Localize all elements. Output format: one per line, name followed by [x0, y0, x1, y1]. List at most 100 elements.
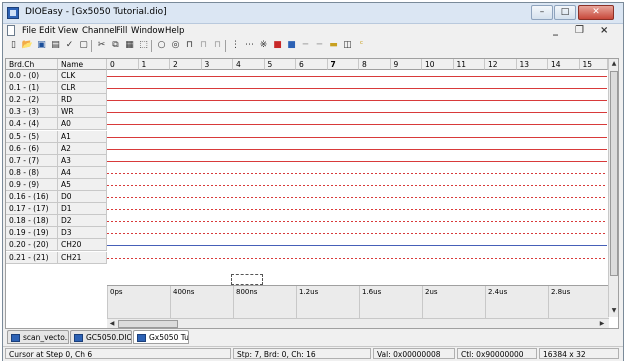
- channel-name[interactable]: WR: [58, 106, 107, 119]
- waveform-trace[interactable]: [107, 245, 607, 247]
- menu-file[interactable]: File: [22, 26, 36, 36]
- channel-name[interactable]: A1: [58, 130, 107, 143]
- channel-name[interactable]: CH21: [58, 251, 107, 264]
- channel-brdch[interactable]: 0.7 - (7): [6, 154, 58, 167]
- document-tab[interactable]: scan_vecto...: [7, 330, 69, 344]
- channel-brdch[interactable]: 0.0 - (0): [6, 70, 58, 82]
- channel-brdch[interactable]: 0.4 - (4): [6, 118, 58, 131]
- scroll-left-icon[interactable]: ◀: [107, 320, 117, 327]
- channel-name[interactable]: D1: [58, 203, 107, 216]
- channel-name[interactable]: D0: [58, 191, 107, 203]
- waveform-trace[interactable]: [107, 197, 607, 198]
- step-header[interactable]: 2: [170, 59, 202, 70]
- mdi-restore-button[interactable]: ❐: [575, 25, 584, 36]
- channel-brdch[interactable]: 0.8 - (8): [6, 166, 58, 179]
- channel-brdch[interactable]: 0.2 - (2): [6, 94, 58, 107]
- channel-brdch[interactable]: 0.17 - (17): [6, 203, 58, 216]
- column-header-name[interactable]: Name: [58, 59, 107, 70]
- menu-fill[interactable]: Fill: [116, 26, 127, 36]
- line-icon[interactable]: ─: [299, 39, 312, 52]
- bits-11-icon[interactable]: ⋮: [229, 39, 242, 52]
- channel-brdch[interactable]: 0.6 - (6): [6, 142, 58, 155]
- waveform-trace[interactable]: [107, 184, 607, 186]
- step-header[interactable]: 15: [579, 59, 608, 70]
- bits-00-icon[interactable]: ⋯: [243, 39, 256, 52]
- step-header[interactable]: 5: [264, 59, 296, 70]
- scroll-right-icon[interactable]: ▶: [597, 320, 607, 327]
- channel-brdch[interactable]: 0.19 - (19): [6, 227, 58, 240]
- select-icon[interactable]: ⬚: [137, 39, 150, 52]
- menu-view[interactable]: View: [58, 26, 78, 36]
- channel-name[interactable]: D3: [58, 227, 107, 240]
- line-alt-icon[interactable]: ─: [313, 39, 326, 52]
- channel-brdch[interactable]: 0.21 - (21): [6, 251, 58, 264]
- channel-name[interactable]: A0: [58, 118, 107, 131]
- channel-name[interactable]: CLK: [58, 70, 107, 82]
- channel-name[interactable]: A3: [58, 154, 107, 167]
- step-header[interactable]: 4: [233, 59, 265, 70]
- channel-name[interactable]: CH20: [58, 239, 107, 252]
- channel-brdch[interactable]: 0.16 - (16): [6, 191, 58, 203]
- vertical-scrollbar[interactable]: ▲ ▼: [608, 59, 618, 317]
- menu-edit[interactable]: Edit: [39, 26, 55, 36]
- pulse-icon[interactable]: ⊓: [183, 39, 196, 52]
- zoom-in-icon[interactable]: ○: [155, 39, 168, 52]
- document-tab[interactable]: GC5050.DIO: [70, 330, 132, 344]
- maximize-button[interactable]: □: [554, 5, 576, 20]
- channel-name[interactable]: CLR: [58, 82, 107, 95]
- step-header[interactable]: 3: [201, 59, 233, 70]
- channel-brdch[interactable]: 0.1 - (1): [6, 82, 58, 95]
- title-bar[interactable]: DIOEasy - [Gx5050 Tutorial.dio] – □ ✕: [3, 3, 623, 24]
- bits-xx-icon[interactable]: ※: [257, 39, 270, 52]
- menu-window[interactable]: Window: [131, 26, 165, 36]
- scroll-down-icon[interactable]: ▼: [609, 307, 618, 314]
- step-header[interactable]: 0: [107, 59, 139, 70]
- clock-icon[interactable]: ⊓: [211, 39, 224, 52]
- waveform-trace[interactable]: [107, 160, 607, 162]
- waveform-trace[interactable]: [107, 100, 607, 102]
- step-icon[interactable]: ⊓: [197, 39, 210, 52]
- fill-icon[interactable]: ▬: [327, 39, 340, 52]
- horizontal-scrollbar[interactable]: ◀ ▶: [107, 318, 609, 328]
- vertical-scroll-thumb[interactable]: [610, 71, 618, 276]
- channel-name[interactable]: D2: [58, 215, 107, 228]
- new-icon[interactable]: ▯: [7, 39, 20, 52]
- open-icon[interactable]: 📂: [21, 39, 34, 52]
- zoom-out-icon[interactable]: ◎: [169, 39, 182, 52]
- step-header[interactable]: 12: [485, 59, 517, 70]
- channel-name[interactable]: A2: [58, 142, 107, 155]
- waveform-trace[interactable]: [107, 136, 607, 138]
- check-icon[interactable]: ✓: [63, 39, 76, 52]
- print-icon[interactable]: ▤: [49, 39, 62, 52]
- waveform-trace[interactable]: [107, 209, 607, 211]
- channel-brdch[interactable]: 0.5 - (5): [6, 130, 58, 143]
- waveform-trace[interactable]: [107, 257, 607, 259]
- waveform-trace[interactable]: [107, 76, 607, 77]
- step-header[interactable]: 9: [390, 59, 422, 70]
- document-tab[interactable]: Gx5050 Tut...: [133, 330, 189, 344]
- document-icon[interactable]: [7, 25, 15, 36]
- mark-red-icon[interactable]: ■: [271, 39, 284, 52]
- waveform-trace[interactable]: [107, 221, 607, 223]
- waveform-trace[interactable]: [107, 88, 607, 90]
- channel-brdch[interactable]: 0.9 - (9): [6, 178, 58, 191]
- step-header[interactable]: 6: [296, 59, 328, 70]
- column-header-brdch[interactable]: Brd.Ch: [6, 59, 58, 70]
- step-header[interactable]: 11: [453, 59, 485, 70]
- save-icon[interactable]: ▣: [35, 39, 48, 52]
- step-header[interactable]: 13: [516, 59, 548, 70]
- waveform-trace[interactable]: [107, 112, 607, 114]
- channel-brdch[interactable]: 0.3 - (3): [6, 106, 58, 119]
- paste-icon[interactable]: ▦: [123, 39, 136, 52]
- cut-icon[interactable]: ✂: [95, 39, 108, 52]
- waveform-trace[interactable]: [107, 172, 607, 174]
- step-header[interactable]: 1: [138, 59, 170, 70]
- step-header[interactable]: 14: [548, 59, 580, 70]
- channel-brdch[interactable]: 0.18 - (18): [6, 215, 58, 228]
- horizontal-scroll-thumb[interactable]: [118, 320, 178, 328]
- mdi-close-button[interactable]: ×: [600, 25, 608, 36]
- step-header[interactable]: 8: [359, 59, 391, 70]
- copy-icon[interactable]: ⧉: [109, 39, 122, 52]
- hex-icon[interactable]: ᶜ: [355, 39, 368, 52]
- channel-brdch[interactable]: 0.20 - (20): [6, 239, 58, 252]
